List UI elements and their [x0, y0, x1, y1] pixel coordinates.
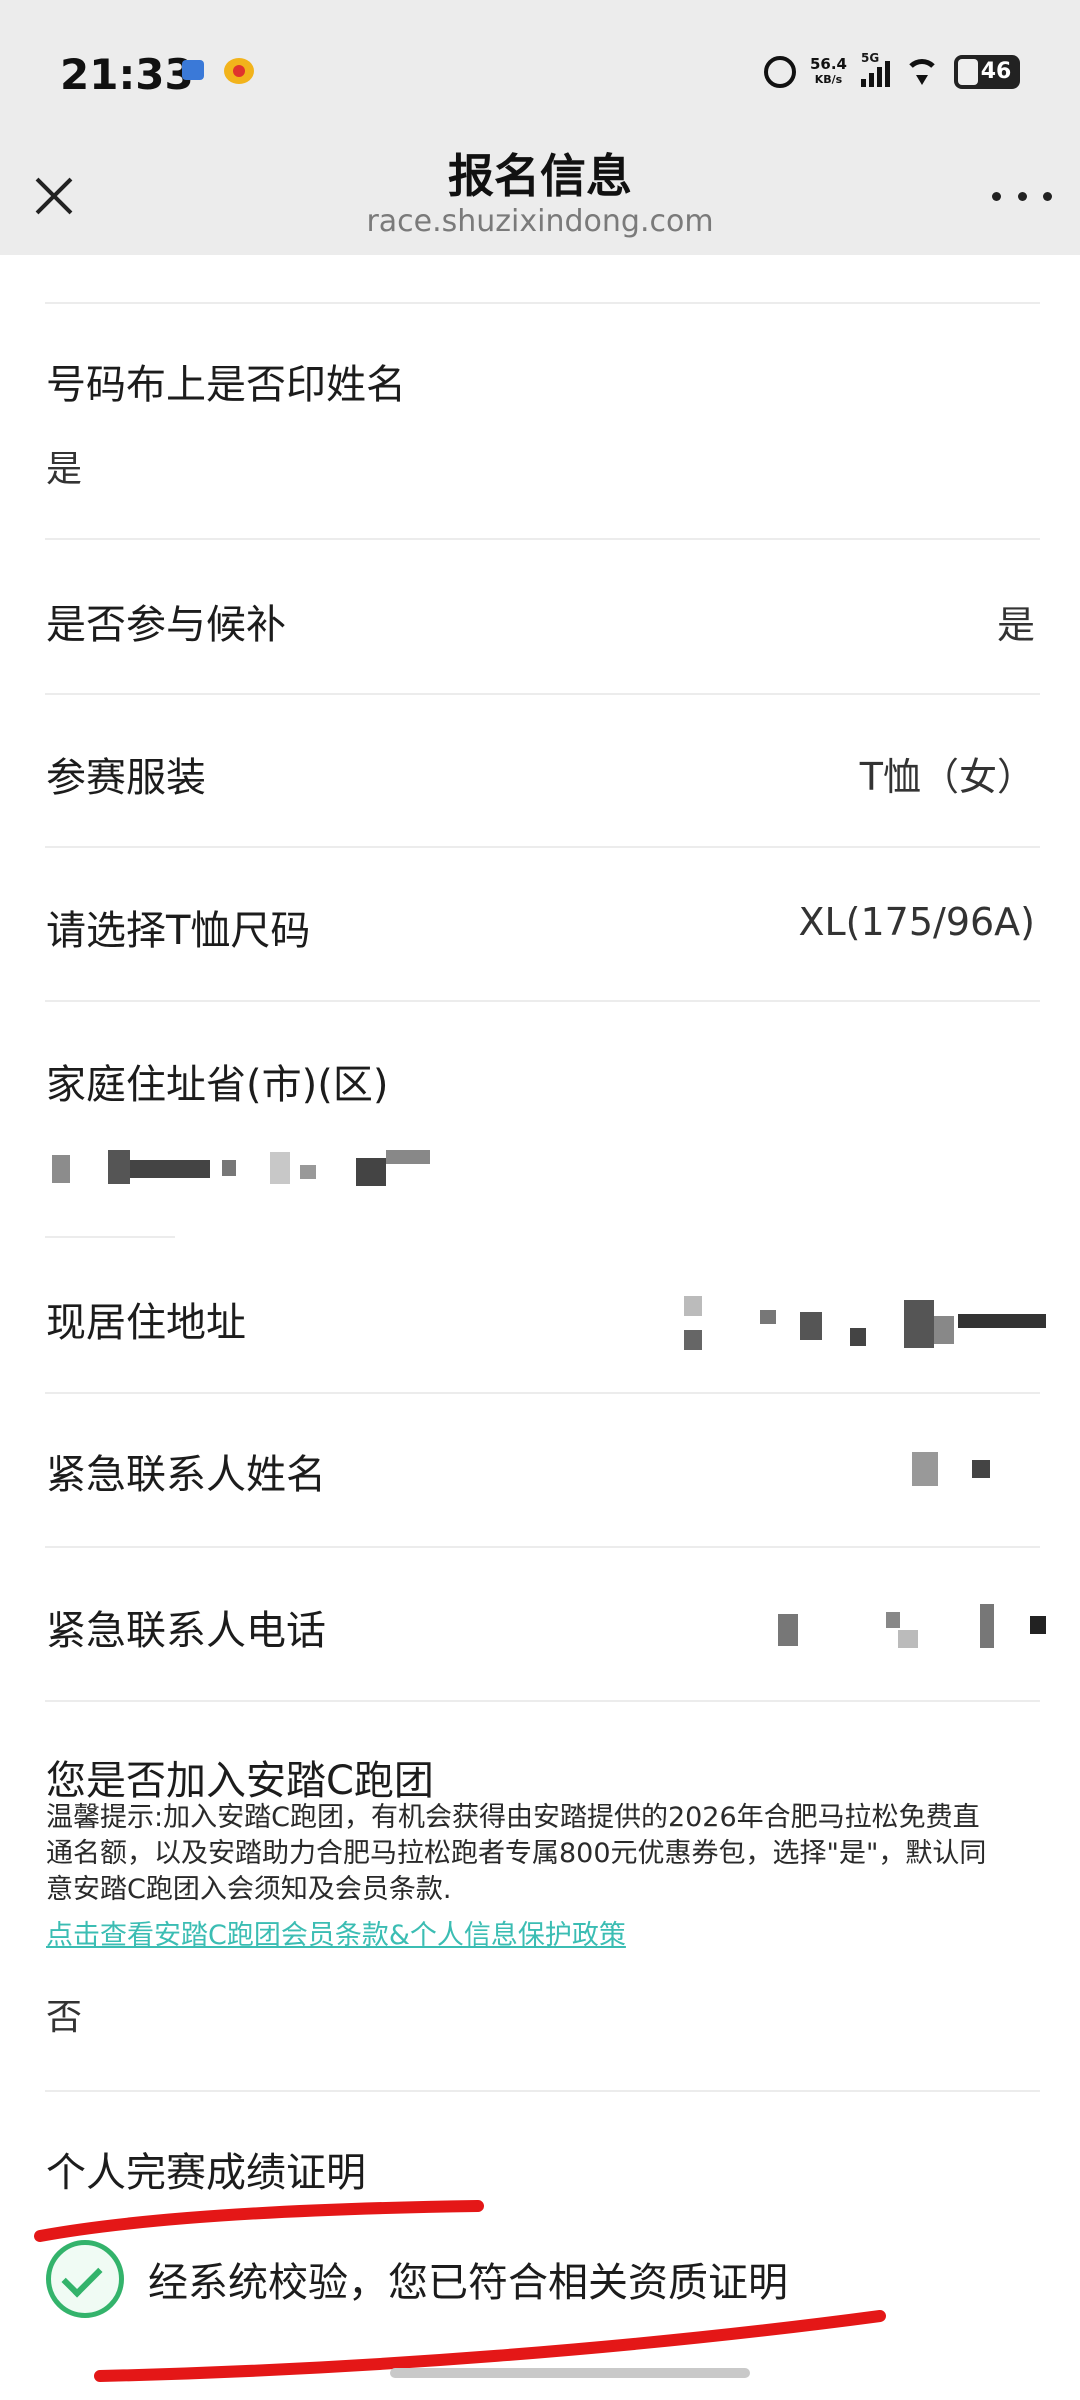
alarm-icon	[763, 56, 796, 88]
apparel-label: 参赛服装	[46, 755, 206, 801]
wifi-icon	[904, 59, 940, 85]
verification-text: 经系统校验，您已符合相关资质证明	[148, 2260, 788, 2306]
weibo-icon	[224, 58, 254, 84]
notification-icon	[182, 60, 204, 80]
divider	[45, 1546, 1040, 1548]
page-title: 报名信息	[448, 149, 632, 203]
bib-name-label: 号码布上是否印姓名	[46, 362, 406, 408]
signal-label: 5G	[861, 51, 880, 65]
net-speed-value: 56.4	[809, 55, 847, 73]
waitlist-value[interactable]: 是	[997, 594, 1035, 649]
divider	[45, 1700, 1040, 1702]
tshirt-size-label: 请选择T恤尺码	[46, 908, 311, 954]
divider	[45, 1000, 1040, 1002]
net-speed: 56.4 KB/s	[810, 56, 847, 88]
terms-link[interactable]: 点击查看安踏C跑团会员条款&个人信息保护政策	[46, 1913, 626, 1952]
divider	[45, 846, 1040, 848]
home-indicator[interactable]	[390, 2368, 750, 2378]
waitlist-label: 是否参与候补	[46, 602, 286, 648]
red-underline-mark	[94, 2310, 886, 2382]
emergency-name-label: 紧急联系人姓名	[46, 1452, 326, 1498]
signal-icon: 5G	[861, 51, 890, 87]
anta-club-hint: 温馨提示:加入安踏C跑团，有机会获得由安踏提供的2026年合肥马拉松免费直通名额…	[46, 1802, 987, 1905]
page-header: 报名信息 race.shuzixindong.com	[0, 140, 1080, 255]
emergency-phone-label: 紧急联系人电话	[46, 1608, 326, 1654]
apparel-value[interactable]: T恤（女）	[860, 746, 1035, 801]
tshirt-size-value[interactable]: XL(175/96A)	[798, 900, 1035, 944]
battery-icon: 46	[954, 55, 1020, 89]
divider	[45, 1236, 175, 1238]
divider	[45, 2090, 1040, 2092]
battery-level: 46	[980, 59, 1012, 84]
net-speed-unit: KB/s	[814, 73, 843, 86]
race-proof-label: 个人完赛成绩证明	[46, 2150, 366, 2196]
bib-name-value[interactable]: 是	[46, 440, 82, 492]
top-bar: 21:33 56.4 KB/s 5G 46 报名信息 race.shuzixin…	[0, 0, 1080, 255]
verification-status: 经系统校验，您已符合相关资质证明	[46, 2240, 788, 2318]
status-bar: 21:33 56.4 KB/s 5G 46	[0, 0, 1080, 150]
status-time: 21:33	[60, 50, 194, 99]
more-icon[interactable]	[992, 176, 1052, 216]
anta-club-label: 您是否加入安踏C跑团	[46, 1758, 434, 1804]
divider	[45, 1392, 1040, 1394]
current-address-label: 现居住地址	[46, 1300, 246, 1346]
check-circle-icon	[46, 2240, 124, 2318]
divider	[45, 538, 1040, 540]
home-address-label: 家庭住址省(市)(区)	[46, 1062, 389, 1108]
red-underline-mark	[34, 2200, 484, 2242]
anta-club-value[interactable]: 否	[46, 1988, 82, 2040]
divider	[45, 302, 1040, 304]
divider	[45, 693, 1040, 695]
page-url: race.shuzixindong.com	[366, 204, 714, 239]
status-right: 56.4 KB/s 5G 46	[763, 50, 1020, 94]
